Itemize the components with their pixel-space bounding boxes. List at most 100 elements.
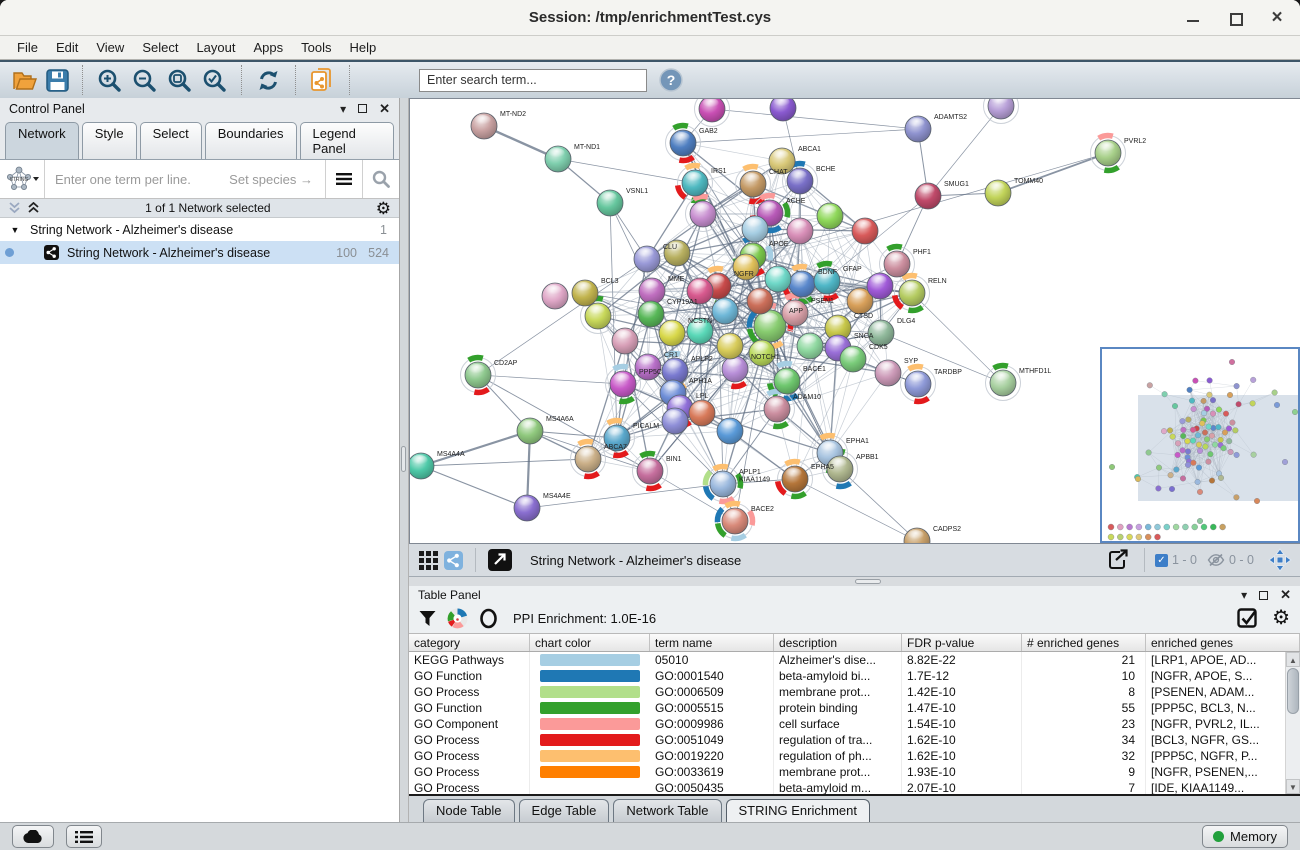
search-input[interactable] xyxy=(419,69,647,92)
birds-eye-view[interactable] xyxy=(1100,347,1300,543)
ppi-enrichment-label: PPI Enrichment: 1.0E-16 xyxy=(513,611,656,626)
share-network-icon[interactable] xyxy=(444,551,463,570)
network-selection-row: 1 of 1 Network selected ⚙ xyxy=(0,199,399,218)
panel-menu-icon[interactable]: ▾ xyxy=(340,103,346,115)
enrichment-row[interactable]: GO ProcessGO:0050435beta-amyloid m...2.0… xyxy=(409,780,1300,796)
enrichment-row[interactable]: GO ProcessGO:0006509membrane prot...1.42… xyxy=(409,684,1300,700)
menu-select[interactable]: Select xyxy=(133,40,187,55)
scrollbar-thumb[interactable] xyxy=(1287,668,1299,714)
enrichment-row[interactable]: GO FunctionGO:0005515protein binding1.47… xyxy=(409,700,1300,716)
string-options-icon[interactable] xyxy=(326,160,362,198)
expand-all-icon[interactable] xyxy=(27,202,40,214)
tab-select[interactable]: Select xyxy=(140,122,202,159)
collection-label: String Network - Alzheimer's disease xyxy=(30,223,233,237)
column-header[interactable]: # enriched genes xyxy=(1022,634,1146,651)
memory-status-dot xyxy=(1213,831,1224,842)
enrichment-row[interactable]: GO ProcessGO:0033619membrane prot...1.93… xyxy=(409,764,1300,780)
set-species-label[interactable]: Set species → xyxy=(229,172,325,187)
select-columns-icon[interactable] xyxy=(1237,608,1258,629)
chart-color-cell xyxy=(530,700,650,716)
table-close-panel-icon[interactable]: ✕ xyxy=(1280,587,1291,603)
table-panel-menu-icon[interactable]: ▾ xyxy=(1241,589,1247,601)
svg-text:CYP19A1: CYP19A1 xyxy=(667,299,698,306)
menu-apps[interactable]: Apps xyxy=(245,40,293,55)
zoom-out-icon[interactable] xyxy=(131,67,158,94)
collection-collapse-icon[interactable]: ▼ xyxy=(0,225,30,235)
menu-file[interactable]: File xyxy=(8,40,47,55)
column-header[interactable]: category xyxy=(409,634,530,651)
network-options-gear-icon[interactable]: ⚙ xyxy=(376,200,391,217)
close-button[interactable]: × xyxy=(1270,11,1284,25)
enrichment-row[interactable]: GO ProcessGO:0051049regulation of tra...… xyxy=(409,732,1300,748)
minimize-button[interactable] xyxy=(1186,11,1200,25)
zoom-in-icon[interactable] xyxy=(96,67,123,94)
svg-text:APP: APP xyxy=(789,308,803,315)
selected-checkbox-icon: ✓ xyxy=(1155,554,1168,567)
grid-mode-icon[interactable] xyxy=(419,551,438,570)
enrichment-row[interactable]: GO FunctionGO:0001540beta-amyloid bi...1… xyxy=(409,668,1300,684)
refresh-icon[interactable] xyxy=(255,67,282,94)
network-canvas[interactable]: MT-ND2MT-ND1VSNL1GAB2IRS1CHATABCA1BCHEAC… xyxy=(409,98,1300,544)
svg-text:BCL3: BCL3 xyxy=(601,278,619,285)
network-from-file-icon[interactable] xyxy=(309,67,336,94)
svg-text:MS4A4A: MS4A4A xyxy=(437,451,465,458)
string-logo-icon[interactable]: STRING xyxy=(0,164,44,194)
enrichment-settings-gear-icon[interactable]: ⚙ xyxy=(1272,610,1290,627)
network-row[interactable]: String Network - Alzheimer's disease 100… xyxy=(0,241,399,264)
tab-network-table[interactable]: Network Table xyxy=(613,799,721,822)
column-header[interactable]: term name xyxy=(650,634,774,651)
string-search-icon[interactable] xyxy=(363,160,399,198)
column-header[interactable]: FDR p-value xyxy=(902,634,1022,651)
chart-color-cell xyxy=(530,652,650,668)
column-header[interactable]: enriched genes xyxy=(1146,634,1300,651)
table-header-row[interactable]: categorychart colorterm namedescriptionF… xyxy=(409,633,1300,652)
reset-ring-icon[interactable] xyxy=(479,608,498,629)
menu-edit[interactable]: Edit xyxy=(47,40,87,55)
network-collection-row[interactable]: ▼ String Network - Alzheimer's disease 1 xyxy=(0,218,399,241)
export-network-icon[interactable] xyxy=(1106,548,1130,572)
string-query-input[interactable]: Enter one term per line. xyxy=(45,172,229,187)
menu-help[interactable]: Help xyxy=(341,40,386,55)
tab-network[interactable]: Network xyxy=(5,122,79,159)
column-header[interactable]: description xyxy=(774,634,902,651)
svg-text:EPHA1: EPHA1 xyxy=(846,438,869,445)
tab-node-table[interactable]: Node Table xyxy=(423,799,515,822)
menu-tools[interactable]: Tools xyxy=(292,40,340,55)
vertical-splitter[interactable] xyxy=(400,98,409,822)
tab-legend-panel[interactable]: Legend Panel xyxy=(300,122,394,159)
donut-chart-icon[interactable] xyxy=(447,608,468,629)
enrichment-row[interactable]: KEGG Pathways05010Alzheimer's dise...8.8… xyxy=(409,652,1300,668)
tab-style[interactable]: Style xyxy=(82,122,137,159)
zoom-selected-icon[interactable] xyxy=(201,67,228,94)
tab-edge-table[interactable]: Edge Table xyxy=(519,799,610,822)
open-in-browser-icon[interactable] xyxy=(488,549,512,571)
enrichment-row[interactable]: GO ComponentGO:0009986cell surface1.54E-… xyxy=(409,716,1300,732)
open-file-icon[interactable] xyxy=(12,69,38,91)
task-history-button[interactable] xyxy=(66,825,102,848)
help-icon[interactable]: ? xyxy=(659,68,683,92)
memory-button[interactable]: Memory xyxy=(1202,825,1288,848)
filter-icon[interactable] xyxy=(419,610,436,627)
close-panel-icon[interactable]: ✕ xyxy=(379,101,390,117)
scroll-down-icon[interactable]: ▼ xyxy=(1286,779,1300,794)
tab-string-enrichment[interactable]: STRING Enrichment xyxy=(726,799,870,822)
column-header[interactable]: chart color xyxy=(530,634,650,651)
control-panel-tabs: NetworkStyleSelectBoundariesLegend Panel xyxy=(0,119,399,160)
horizontal-splitter[interactable] xyxy=(409,577,1300,586)
enrichment-row[interactable]: GO ProcessGO:0019220regulation of ph...1… xyxy=(409,748,1300,764)
float-panel-icon[interactable] xyxy=(358,104,367,113)
scroll-up-icon[interactable]: ▲ xyxy=(1286,652,1300,667)
menu-view[interactable]: View xyxy=(87,40,133,55)
cloud-tasks-button[interactable] xyxy=(12,825,54,848)
table-float-panel-icon[interactable] xyxy=(1259,591,1268,600)
save-session-icon[interactable] xyxy=(46,69,69,92)
menu-layout[interactable]: Layout xyxy=(187,40,244,55)
control-panel: Control Panel ▾ ✕ NetworkStyleSelectBoun… xyxy=(0,98,400,822)
svg-text:CR1: CR1 xyxy=(664,352,678,359)
tab-boundaries[interactable]: Boundaries xyxy=(205,122,297,159)
table-scrollbar[interactable]: ▲ ▼ xyxy=(1285,652,1300,794)
maximize-button[interactable] xyxy=(1228,11,1242,25)
collapse-all-icon[interactable] xyxy=(8,202,21,214)
zoom-fit-icon[interactable] xyxy=(166,67,193,94)
pan-navigator-icon[interactable] xyxy=(1268,548,1292,572)
